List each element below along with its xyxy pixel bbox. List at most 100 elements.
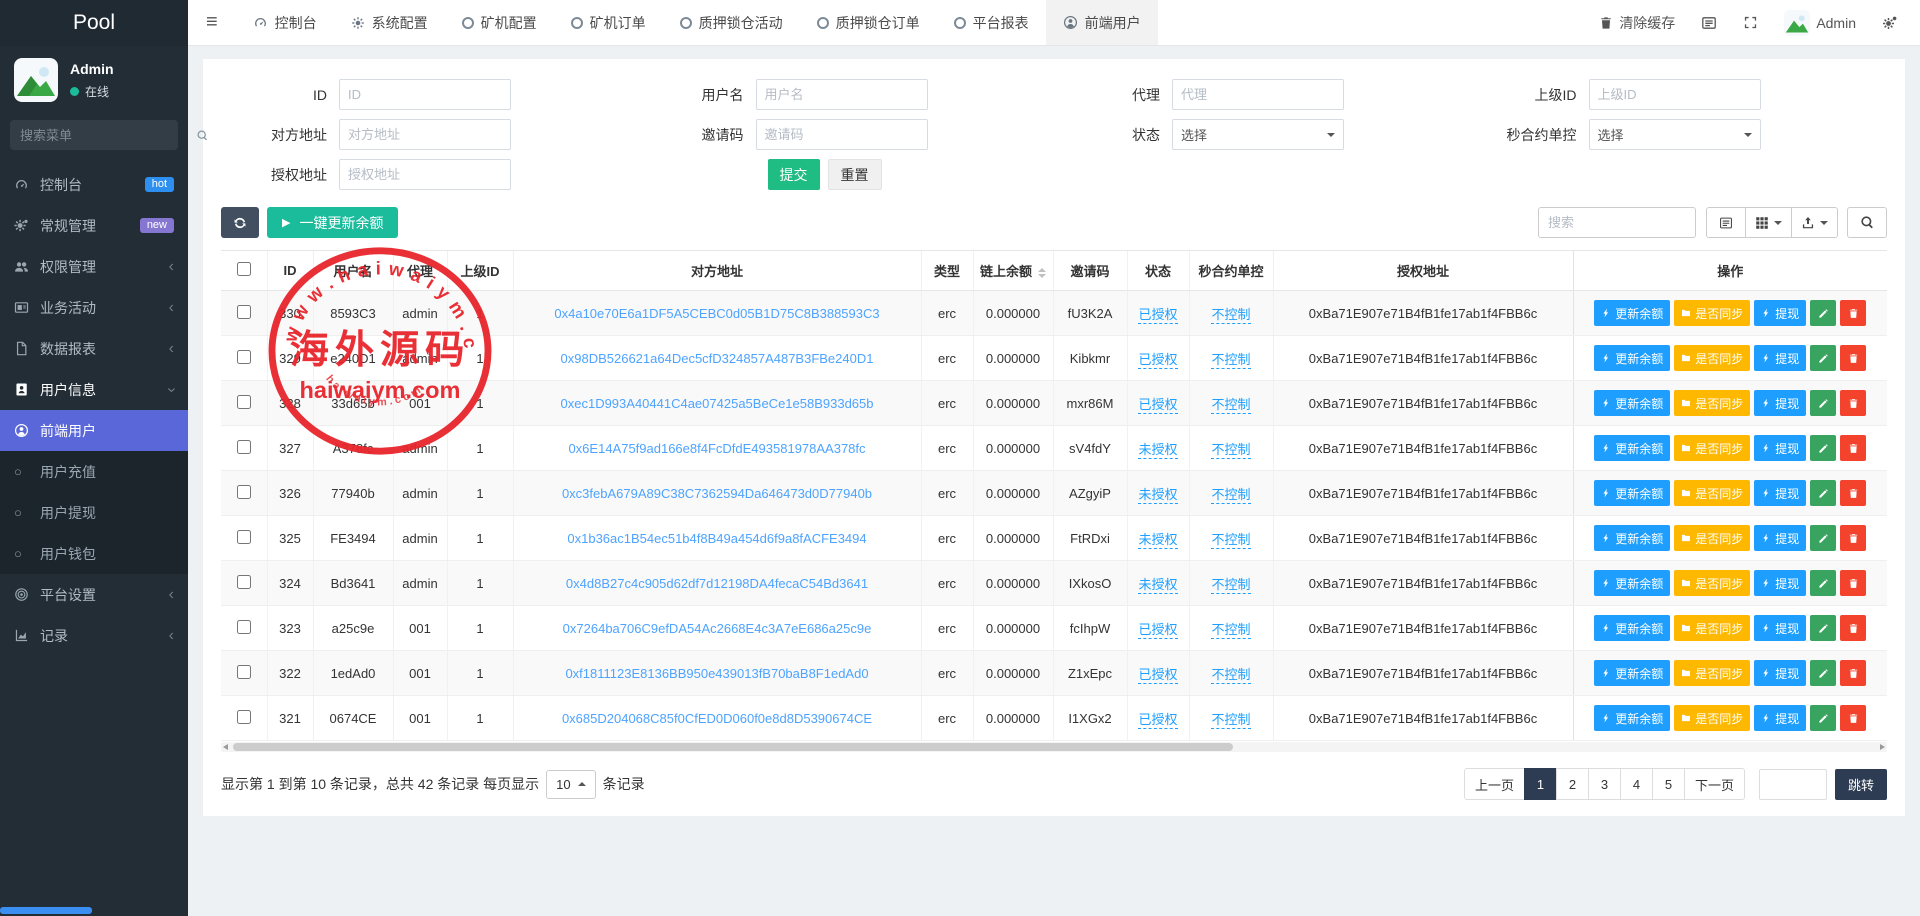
row-checkbox[interactable] bbox=[237, 440, 251, 454]
parent-id-input[interactable] bbox=[1589, 79, 1761, 110]
contract-control-link[interactable]: 不控制 bbox=[1211, 307, 1250, 324]
edit-button[interactable] bbox=[1810, 345, 1836, 371]
sidebar-item-user-recharge[interactable]: ○ 用户充值 bbox=[0, 451, 188, 492]
update-balance-button[interactable]: 更新余额 bbox=[1594, 525, 1670, 551]
id-input[interactable] bbox=[339, 79, 511, 110]
contract-control-link[interactable]: 不控制 bbox=[1211, 352, 1250, 369]
sync-button[interactable]: 是否同步 bbox=[1674, 480, 1750, 506]
sidebar-item-platform-settings[interactable]: 平台设置 ‹ bbox=[0, 574, 188, 615]
nav-tab-2[interactable]: 矿机配置 bbox=[445, 0, 554, 45]
sync-button[interactable]: 是否同步 bbox=[1674, 705, 1750, 731]
next-page-button[interactable]: 下一页 bbox=[1684, 768, 1745, 800]
sidebar-item-user-withdraw[interactable]: ○ 用户提现 bbox=[0, 492, 188, 533]
settings-gears-icon[interactable] bbox=[1882, 15, 1898, 31]
row-checkbox[interactable] bbox=[237, 710, 251, 724]
page-button-1[interactable]: 1 bbox=[1524, 768, 1557, 800]
refresh-button[interactable] bbox=[221, 207, 259, 238]
sync-button[interactable]: 是否同步 bbox=[1674, 390, 1750, 416]
edit-button[interactable] bbox=[1810, 435, 1836, 461]
status-select[interactable]: 选择 bbox=[1172, 119, 1344, 150]
update-balance-button[interactable]: 更新余额 bbox=[1594, 345, 1670, 371]
update-balance-button[interactable]: 更新余额 bbox=[1594, 435, 1670, 461]
columns-button[interactable] bbox=[1745, 207, 1792, 238]
update-balance-button[interactable]: 更新余额 bbox=[1594, 660, 1670, 686]
message-icon[interactable] bbox=[1701, 15, 1717, 31]
update-balance-button[interactable]: 更新余额 bbox=[1594, 300, 1670, 326]
delete-button[interactable] bbox=[1840, 615, 1866, 641]
prev-page-button[interactable]: 上一页 bbox=[1464, 768, 1525, 800]
sidebar-item-permissions[interactable]: 权限管理 ‹ bbox=[0, 246, 188, 287]
withdraw-button[interactable]: 提现 bbox=[1754, 435, 1806, 461]
address-link[interactable]: 0xc3febA679A89C38C7362594Da646473d0D7794… bbox=[562, 486, 872, 501]
sync-button[interactable]: 是否同步 bbox=[1674, 660, 1750, 686]
withdraw-button[interactable]: 提现 bbox=[1754, 300, 1806, 326]
withdraw-button[interactable]: 提现 bbox=[1754, 615, 1806, 641]
edit-button[interactable] bbox=[1810, 300, 1836, 326]
scrollbar-thumb[interactable] bbox=[233, 743, 1233, 751]
sync-button[interactable]: 是否同步 bbox=[1674, 570, 1750, 596]
address-link[interactable]: 0x98DB526621a64Dec5cfD324857A487B3FBe240… bbox=[561, 351, 874, 366]
col-balance[interactable]: 链上余额 bbox=[973, 251, 1053, 291]
sidebar-item-frontend-users[interactable]: 前端用户 bbox=[0, 410, 188, 451]
contract-control-link[interactable]: 不控制 bbox=[1211, 442, 1250, 459]
detail-view-button[interactable] bbox=[1706, 207, 1746, 238]
address-link[interactable]: 0x4d8B27c4c905d62df7d12198DA4fecaC54Bd36… bbox=[566, 576, 868, 591]
submit-button[interactable]: 提交 bbox=[768, 159, 820, 190]
sync-button[interactable]: 是否同步 bbox=[1674, 300, 1750, 326]
nav-tab-0[interactable]: 控制台 bbox=[236, 0, 334, 45]
nav-tab-1[interactable]: 系统配置 bbox=[334, 0, 445, 45]
address-input[interactable] bbox=[339, 119, 511, 150]
status-link[interactable]: 已授权 bbox=[1138, 622, 1177, 639]
bulk-update-balance-button[interactable]: ▶ 一键更新余额 bbox=[267, 207, 398, 238]
sidebar-item-user-wallet[interactable]: ○ 用户钱包 bbox=[0, 533, 188, 574]
nav-tab-5[interactable]: 质押锁仓订单 bbox=[800, 0, 937, 45]
update-balance-button[interactable]: 更新余额 bbox=[1594, 480, 1670, 506]
sync-button[interactable]: 是否同步 bbox=[1674, 435, 1750, 461]
delete-button[interactable] bbox=[1840, 390, 1866, 416]
contract-control-link[interactable]: 不控制 bbox=[1211, 487, 1250, 504]
edit-button[interactable] bbox=[1810, 660, 1836, 686]
sync-button[interactable]: 是否同步 bbox=[1674, 525, 1750, 551]
nav-tab-3[interactable]: 矿机订单 bbox=[554, 0, 663, 45]
sidebar-item-user-info[interactable]: 用户信息 ‹ bbox=[0, 369, 188, 410]
edit-button[interactable] bbox=[1810, 480, 1836, 506]
row-checkbox[interactable] bbox=[237, 665, 251, 679]
update-balance-button[interactable]: 更新余额 bbox=[1594, 705, 1670, 731]
page-button-5[interactable]: 5 bbox=[1652, 768, 1685, 800]
hamburger-icon[interactable]: ≡ bbox=[188, 11, 236, 34]
clear-cache-button[interactable]: 清除缓存 bbox=[1599, 13, 1675, 33]
status-link[interactable]: 未授权 bbox=[1138, 442, 1177, 459]
sidebar-item-general[interactable]: 常规管理 new bbox=[0, 205, 188, 246]
contract-control-link[interactable]: 不控制 bbox=[1211, 667, 1250, 684]
address-link[interactable]: 0x1b36ac1B54ec51b4f8B49a454d6f9a8fACFE34… bbox=[567, 531, 866, 546]
delete-button[interactable] bbox=[1840, 345, 1866, 371]
update-balance-button[interactable]: 更新余额 bbox=[1594, 390, 1670, 416]
sync-button[interactable]: 是否同步 bbox=[1674, 615, 1750, 641]
username-input[interactable] bbox=[756, 79, 928, 110]
address-link[interactable]: 0x6E14A75f9ad166e8f4FcDfdE493581978AA378… bbox=[568, 441, 865, 456]
fullscreen-icon[interactable] bbox=[1743, 15, 1758, 30]
contract-control-link[interactable]: 不控制 bbox=[1211, 577, 1250, 594]
address-link[interactable]: 0xf1811123E8136BB950e439013fB70baB8F1edA… bbox=[565, 666, 868, 681]
delete-button[interactable] bbox=[1840, 480, 1866, 506]
row-checkbox[interactable] bbox=[237, 305, 251, 319]
edit-button[interactable] bbox=[1810, 615, 1836, 641]
withdraw-button[interactable]: 提现 bbox=[1754, 480, 1806, 506]
horizontal-scrollbar[interactable] bbox=[221, 742, 1887, 752]
contract-control-link[interactable]: 不控制 bbox=[1211, 532, 1250, 549]
address-link[interactable]: 0x685D204068C85f0CfED0D060f0e8d8D5390674… bbox=[562, 711, 872, 726]
update-balance-button[interactable]: 更新余额 bbox=[1594, 615, 1670, 641]
row-checkbox[interactable] bbox=[237, 530, 251, 544]
sidebar-item-business[interactable]: 业务活动 ‹ bbox=[0, 287, 188, 328]
delete-button[interactable] bbox=[1840, 300, 1866, 326]
row-checkbox[interactable] bbox=[237, 350, 251, 364]
sidebar-scrollbar[interactable] bbox=[0, 907, 92, 914]
edit-button[interactable] bbox=[1810, 705, 1836, 731]
sync-button[interactable]: 是否同步 bbox=[1674, 345, 1750, 371]
address-link[interactable]: 0x4a10e70E6a1DF5A5CEBC0d05B1D75C8B388593… bbox=[554, 306, 879, 321]
delete-button[interactable] bbox=[1840, 435, 1866, 461]
nav-tab-6[interactable]: 平台报表 bbox=[937, 0, 1046, 45]
row-checkbox[interactable] bbox=[237, 485, 251, 499]
search-icon[interactable] bbox=[196, 129, 209, 142]
withdraw-button[interactable]: 提现 bbox=[1754, 570, 1806, 596]
